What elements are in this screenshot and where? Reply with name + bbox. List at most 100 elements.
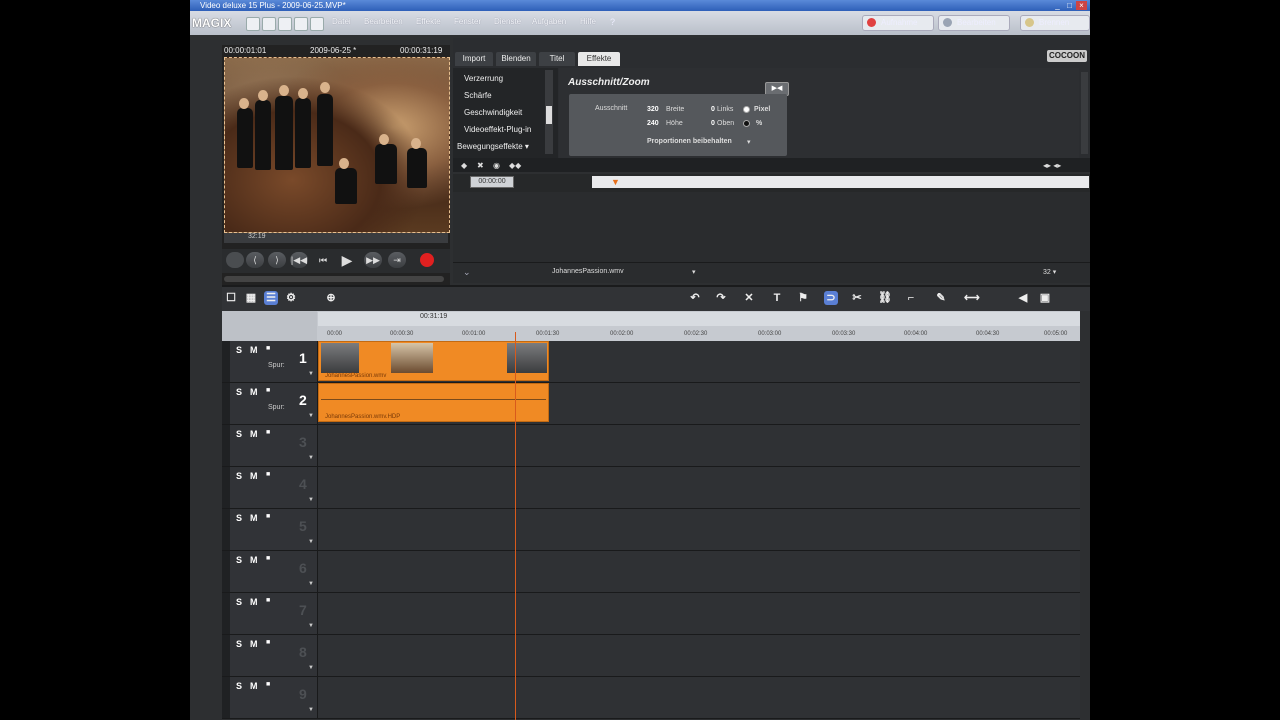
- width-value[interactable]: 320: [647, 106, 659, 113]
- keyframe-prev-icon[interactable]: ◆◆: [509, 161, 521, 170]
- chevron-down-icon[interactable]: ▼: [308, 581, 314, 587]
- lock-icon[interactable]: ■: [266, 555, 270, 562]
- chevron-down-icon[interactable]: ▼: [308, 665, 314, 671]
- tab-blenden[interactable]: Blenden: [496, 52, 536, 66]
- new-icon[interactable]: [246, 17, 260, 31]
- list-item-plugin[interactable]: Videoeffekt-Plug-in: [464, 125, 531, 134]
- video-icon[interactable]: ▣: [1038, 291, 1052, 305]
- redo-icon[interactable]: ↷: [714, 291, 728, 305]
- mute-button[interactable]: M: [250, 387, 258, 397]
- zoom-level[interactable]: 32 ▾: [1043, 268, 1056, 276]
- close-button[interactable]: ×: [1076, 1, 1087, 10]
- position-slider[interactable]: [224, 276, 444, 282]
- record-mode-button[interactable]: Aufnahme: [862, 15, 934, 31]
- mixer-icon[interactable]: ⚙: [284, 291, 298, 305]
- eraser-icon[interactable]: ✎: [934, 291, 948, 305]
- menu-dienste[interactable]: Dienste: [494, 17, 521, 26]
- keyframe-add-icon[interactable]: ◆: [461, 161, 467, 170]
- mute-button[interactable]: M: [250, 597, 258, 607]
- next-button[interactable]: ⇥: [388, 252, 406, 268]
- percent-radio[interactable]: [743, 120, 750, 127]
- lock-icon[interactable]: ■: [266, 345, 270, 352]
- mute-button[interactable]: M: [250, 555, 258, 565]
- keyframe-reset-icon[interactable]: ◉: [493, 161, 500, 170]
- mouse-mode-icon[interactable]: ⊃: [824, 291, 838, 305]
- title-icon[interactable]: T: [770, 291, 784, 305]
- project-name[interactable]: JohannesPassion.wmv: [552, 268, 624, 275]
- track-area[interactable]: [318, 425, 1080, 466]
- help-icon[interactable]: ?: [610, 17, 615, 27]
- marker-icon[interactable]: ⚑: [796, 291, 810, 305]
- record-button[interactable]: [420, 253, 434, 267]
- menu-hilfe[interactable]: Hilfe: [580, 17, 596, 26]
- lock-icon[interactable]: ■: [266, 429, 270, 436]
- list-item-geschwindigkeit[interactable]: Geschwindigkeit: [464, 108, 522, 117]
- chevron-down-icon[interactable]: ▼: [308, 413, 314, 419]
- mute-button[interactable]: M: [250, 471, 258, 481]
- double-chevron-down-icon[interactable]: ⌄: [463, 267, 471, 278]
- track-grip[interactable]: [222, 467, 230, 508]
- keyframe-ruler[interactable]: [592, 176, 1089, 188]
- top-value[interactable]: 0: [711, 120, 715, 127]
- height-value[interactable]: 240: [647, 120, 659, 127]
- chevron-down-icon[interactable]: ▼: [308, 623, 314, 629]
- preview-scrubber[interactable]: 32:19: [224, 233, 448, 243]
- split-icon[interactable]: ⌐: [904, 291, 918, 305]
- forward-button[interactable]: ▶▶: [364, 252, 382, 268]
- left-value[interactable]: 0: [711, 106, 715, 113]
- track-grip[interactable]: [222, 551, 230, 592]
- lock-icon[interactable]: ■: [266, 513, 270, 520]
- chevron-down-icon[interactable]: ▼: [308, 455, 314, 461]
- solo-button[interactable]: S: [236, 681, 242, 691]
- track-area[interactable]: [318, 677, 1080, 718]
- scroll-thumb[interactable]: [546, 106, 552, 124]
- track-area[interactable]: [318, 509, 1080, 550]
- menu-fenster[interactable]: Fenster: [454, 17, 481, 26]
- effects-list-scrollbar[interactable]: [545, 70, 553, 154]
- chevron-down-icon[interactable]: ▼: [308, 539, 314, 545]
- effect-settings-scrollbar[interactable]: [1081, 72, 1088, 154]
- solo-button[interactable]: S: [236, 387, 242, 397]
- track-grip[interactable]: [222, 383, 230, 424]
- storyboard-icon[interactable]: ☐: [224, 291, 238, 305]
- redo-icon[interactable]: [310, 17, 324, 31]
- edit-mode-button[interactable]: Bearbeiten: [938, 15, 1010, 31]
- mark-out-button[interactable]: ⟩: [268, 252, 286, 268]
- track-area[interactable]: [318, 593, 1080, 634]
- mute-button[interactable]: M: [250, 429, 258, 439]
- track-area[interactable]: JohannesPassion.wmv.HDP: [318, 383, 1080, 424]
- delete-icon[interactable]: ✕: [742, 291, 756, 305]
- mark-in-button[interactable]: ⟨: [246, 252, 264, 268]
- cocoon-button[interactable]: COCOON: [1047, 50, 1087, 62]
- lock-icon[interactable]: ■: [266, 681, 270, 688]
- undo-icon[interactable]: ↶: [688, 291, 702, 305]
- chevron-down-icon[interactable]: ▼: [308, 497, 314, 503]
- pixel-radio[interactable]: [743, 106, 750, 113]
- solo-button[interactable]: S: [236, 429, 242, 439]
- timeline-mode-icon[interactable]: ☰: [264, 291, 278, 305]
- cut-icon[interactable]: ✂: [850, 291, 864, 305]
- track-area[interactable]: [318, 467, 1080, 508]
- chevron-down-icon[interactable]: ▾: [747, 138, 751, 146]
- solo-button[interactable]: S: [236, 513, 242, 523]
- maximize-button[interactable]: □: [1064, 1, 1075, 10]
- track-grip[interactable]: [222, 341, 230, 382]
- solo-button[interactable]: S: [236, 639, 242, 649]
- list-item-schaerfe[interactable]: Schärfe: [464, 91, 492, 100]
- track-area[interactable]: [318, 551, 1080, 592]
- to-start-button[interactable]: ⏮: [314, 252, 332, 268]
- mute-button[interactable]: M: [250, 345, 258, 355]
- menu-aufgaben[interactable]: Aufgaben: [532, 17, 566, 26]
- undo-icon[interactable]: [294, 17, 308, 31]
- keyframe-time[interactable]: 00:00:00: [470, 176, 514, 188]
- lock-icon[interactable]: ■: [266, 639, 270, 646]
- video-preview[interactable]: [224, 57, 450, 233]
- solo-button[interactable]: S: [236, 597, 242, 607]
- mute-button[interactable]: M: [250, 639, 258, 649]
- track-grip[interactable]: [222, 425, 230, 466]
- lock-icon[interactable]: ■: [266, 387, 270, 394]
- menu-effekte[interactable]: Effekte: [416, 17, 441, 26]
- solo-button[interactable]: S: [236, 471, 242, 481]
- list-item-verzerrung[interactable]: Verzerrung: [464, 74, 503, 83]
- list-item-bewegung[interactable]: Bewegungseffekte ▾: [457, 142, 529, 151]
